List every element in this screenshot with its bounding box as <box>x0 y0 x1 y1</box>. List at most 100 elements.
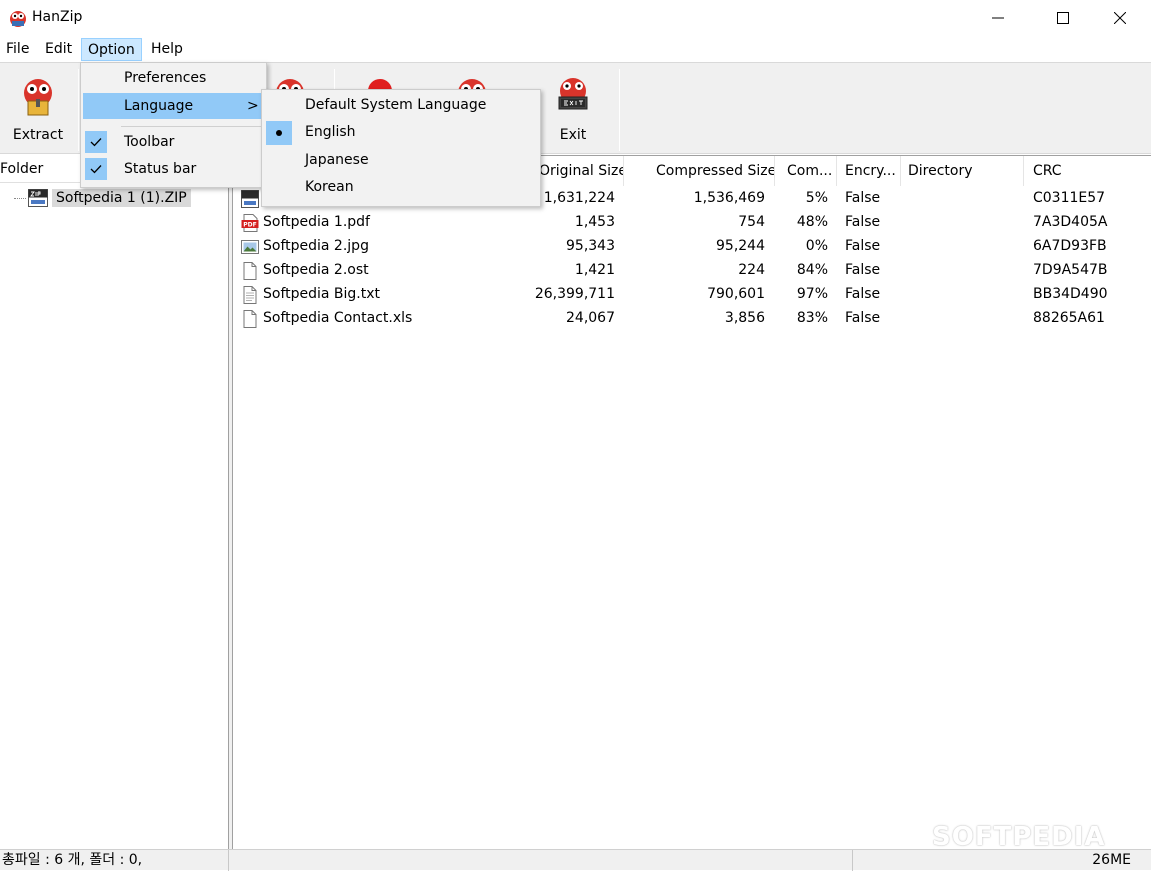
menu-bar: File Edit Option Help <box>0 36 1151 62</box>
menu-item-toolbar[interactable]: Toolbar <box>83 129 264 155</box>
tree-item-label: Softpedia 1 (1).ZIP <box>52 189 191 207</box>
hanzip-app-icon <box>10 11 26 27</box>
menu-item-label: Korean <box>305 179 354 195</box>
option-menu: Preferences Language > Toolbar Status ba… <box>80 62 267 188</box>
compression-ratio: 5% <box>805 190 828 206</box>
menu-item-label: Japanese <box>305 152 369 168</box>
compression-ratio: 0% <box>805 238 828 254</box>
extract-label: Extract <box>12 127 64 143</box>
menu-item-language[interactable]: Language > <box>83 93 264 119</box>
language-default-system[interactable]: Default System Language <box>264 92 538 119</box>
menu-option[interactable]: Option <box>81 38 142 61</box>
original-size: 24,067 <box>566 310 615 326</box>
folder-tree-panel: Folder Softpedia 1 (1).ZIP <box>0 155 229 849</box>
menu-item-preferences[interactable]: Preferences <box>83 65 264 91</box>
column-header-original-size[interactable]: Original Size <box>533 156 624 186</box>
crc: 6A7D93FB <box>1033 238 1107 254</box>
compressed-size: 95,244 <box>716 238 765 254</box>
compressed-size: 754 <box>738 214 765 230</box>
maximize-button[interactable] <box>1040 0 1086 36</box>
svg-text:PDF: PDF <box>243 222 256 229</box>
exit-label: Exit <box>559 127 587 143</box>
menu-item-label: English <box>305 124 356 140</box>
table-row[interactable]: Softpedia Contact.xls 24,067 3,856 83% F… <box>233 307 1151 331</box>
menu-edit[interactable]: Edit <box>39 38 78 61</box>
window-title: HanZip <box>32 9 83 25</box>
original-size: 95,343 <box>566 238 615 254</box>
menu-item-status-bar[interactable]: Status bar <box>83 156 264 182</box>
maximize-icon <box>1057 12 1069 24</box>
menu-separator <box>121 126 261 127</box>
file-list-panel: Original Size Compressed Size Com... Enc… <box>232 155 1151 849</box>
crc: 7A3D405A <box>1033 214 1108 230</box>
original-size: 1,421 <box>574 262 615 278</box>
tree-item-zip[interactable]: Softpedia 1 (1).ZIP <box>14 187 191 209</box>
extract-button[interactable]: Extract <box>0 63 76 153</box>
file-name: Softpedia 1.pdf <box>263 214 370 230</box>
table-row[interactable]: PDF Softpedia 1.pdf 1,453 754 48% False … <box>233 211 1151 235</box>
minimize-button[interactable] <box>975 0 1021 36</box>
column-header-crc[interactable]: CRC <box>1027 156 1147 186</box>
file-name: Softpedia Big.txt <box>263 286 381 302</box>
crc: 88265A61 <box>1033 310 1105 326</box>
close-button[interactable] <box>1097 0 1143 36</box>
toolbar-separator <box>78 69 79 151</box>
file-name: Softpedia 2.jpg <box>263 238 369 254</box>
compressed-size: 224 <box>738 262 765 278</box>
compression-ratio: 97% <box>796 286 828 302</box>
language-submenu: Default System Language English Japanese… <box>261 89 541 207</box>
title-bar: HanZip <box>0 0 1151 36</box>
crc: BB34D490 <box>1033 286 1108 302</box>
pdf-file-icon: PDF <box>241 214 259 232</box>
status-segment-middle <box>229 850 853 871</box>
column-header-encrypted[interactable]: Encry... <box>839 156 901 186</box>
column-header-compressed-size[interactable]: Compressed Size <box>650 156 775 186</box>
menu-item-label: Toolbar <box>124 134 175 150</box>
compression-ratio: 48% <box>796 214 828 230</box>
menu-item-label: Preferences <box>124 70 207 86</box>
table-row[interactable]: Softpedia 2.ost 1,421 224 84% False 7D9A… <box>233 259 1151 283</box>
exit-mascot-icon <box>558 78 588 110</box>
tree-connector <box>14 197 26 199</box>
compression-ratio: 83% <box>796 310 828 326</box>
exit-button[interactable]: Exit <box>535 63 611 153</box>
minimize-icon <box>992 17 1004 19</box>
compressed-size: 1,536,469 <box>693 190 765 206</box>
file-name: Softpedia 2.ost <box>263 262 369 278</box>
menu-item-label: Language <box>124 98 194 114</box>
softpedia-watermark: SOFTPEDIA <box>932 822 1106 852</box>
zip-archive-icon <box>28 189 48 207</box>
language-japanese[interactable]: Japanese <box>264 147 538 174</box>
status-bar: 총파일 : 6 개, 폴더 : 0, 26ME <box>0 849 1151 871</box>
table-row[interactable]: Softpedia Big.txt 26,399,711 790,601 97%… <box>233 283 1151 307</box>
original-size: 1,453 <box>574 214 615 230</box>
menu-item-label: Status bar <box>124 161 197 177</box>
extract-mascot-icon <box>24 79 52 116</box>
column-header-directory[interactable]: Directory <box>902 156 1024 186</box>
language-korean[interactable]: Korean <box>264 174 538 201</box>
file-name: Softpedia Contact.xls <box>263 310 413 326</box>
menu-file[interactable]: File <box>0 38 35 61</box>
menu-help[interactable]: Help <box>145 38 189 61</box>
compression-ratio: 84% <box>796 262 828 278</box>
check-icon <box>85 131 107 153</box>
radio-selected-icon <box>266 121 292 145</box>
original-size: 26,399,711 <box>534 286 615 302</box>
language-english[interactable]: English <box>264 119 538 146</box>
crc: C0311E57 <box>1033 190 1106 206</box>
encrypted-flag: False <box>845 286 881 302</box>
folder-header-label: Folder <box>0 161 44 177</box>
column-header-compression[interactable]: Com... <box>781 156 837 186</box>
check-icon <box>85 158 107 180</box>
status-file-count: 총파일 : 6 개, 폴더 : 0, <box>0 850 229 871</box>
encrypted-flag: False <box>845 190 881 206</box>
crc: 7D9A547B <box>1033 262 1108 278</box>
encrypted-flag: False <box>845 310 881 326</box>
zip-file-icon <box>241 190 259 208</box>
submenu-arrow-icon: > <box>247 98 259 114</box>
encrypted-flag: False <box>845 214 881 230</box>
table-row[interactable]: Softpedia 2.jpg 95,343 95,244 0% False 6… <box>233 235 1151 259</box>
blank-file-icon <box>243 262 257 280</box>
status-size: 26ME <box>1092 852 1131 868</box>
image-file-icon <box>241 240 259 254</box>
